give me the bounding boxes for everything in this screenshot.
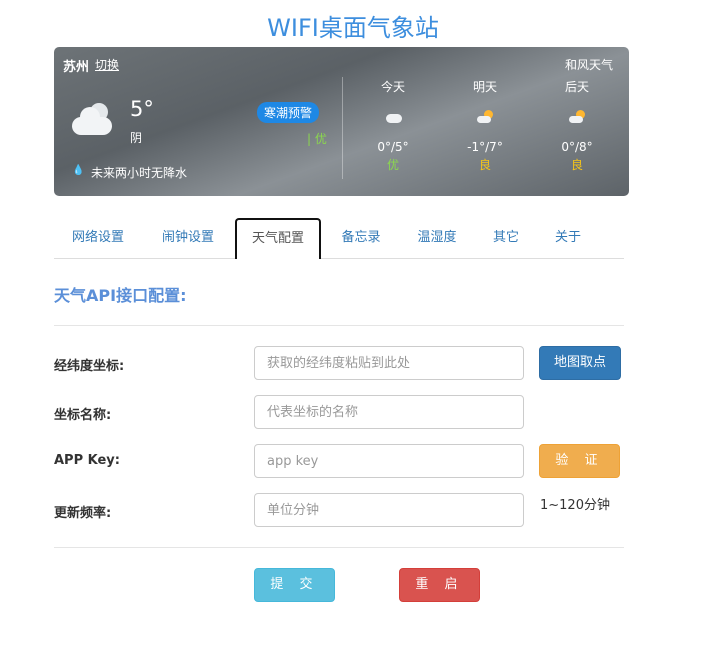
forecast-day-today: 今天 0°/5° 优 [363,78,423,173]
city-switch-link[interactable]: 切换 [95,56,119,73]
tab-alarm[interactable]: 闹钟设置 [148,218,228,258]
tab-about[interactable]: 关于 [542,218,594,258]
coords-input[interactable] [254,346,524,380]
weather-alert-badge[interactable]: 寒潮预警 [257,102,320,123]
settings-tabs: 网络设置 闹钟设置 天气配置 备忘录 温湿度 其它 关于 [54,218,624,259]
tab-weather[interactable]: 天气配置 [235,218,321,259]
city-name: 苏州 [63,60,90,75]
forecast-air-quality: 良 [570,158,583,172]
update-frequency-label: 更新频率: [54,506,112,521]
forecast-temp-range: 0°/8° [561,140,593,154]
tab-memo[interactable]: 备忘录 [329,218,393,258]
frequency-hint: 1~120分钟 [540,498,610,513]
verify-button[interactable]: 验 证 [539,444,620,478]
restart-button[interactable]: 重 启 [399,568,480,602]
current-condition: 阴 [130,131,143,145]
section-title: 天气API接口配置: [54,286,187,305]
current-temperature: 5° [130,97,154,121]
coords-label: 经纬度坐标: [54,359,125,374]
weather-provider-link[interactable]: 和风天气 [565,56,613,73]
location-name-input[interactable] [254,395,524,429]
forecast-temp-range: -1°/7° [467,140,503,154]
submit-button[interactable]: 提 交 [254,568,335,602]
forecast-day-tomorrow: 明天 -1°/7° 良 [455,78,515,173]
divider [54,547,624,548]
tab-temp-humidity[interactable]: 温湿度 [404,218,470,258]
forecast-day-label: 后天 [564,80,589,94]
weather-divider [342,77,343,179]
cloudy-icon [363,110,423,128]
forecast-temp-range: 0°/5° [377,140,409,154]
forecast-day-label: 今天 [380,80,405,94]
tab-other[interactable]: 其它 [480,218,532,258]
page-title: WIFI桌面气象站 [267,14,439,42]
forecast-day-after: 后天 0°/8° 良 [547,78,607,173]
raindrop-icon: 💧 [72,165,85,176]
divider [54,325,624,326]
app-key-input[interactable] [254,444,524,478]
air-quality: | 优 [307,132,327,146]
location-name-label: 坐标名称: [54,408,112,423]
map-pick-button[interactable]: 地图取点 [539,346,621,380]
app-key-label: APP Key: [54,453,120,468]
forecast-air-quality: 良 [478,158,491,172]
forecast-air-quality: 优 [386,158,399,172]
tab-network[interactable]: 网络设置 [58,218,138,258]
rain-forecast: 未来两小时无降水 [91,166,188,180]
cloudy-icon [72,103,112,135]
forecast-day-label: 明天 [472,80,497,94]
weather-widget: 苏州 切换 和风天气 5° 阴 寒潮预警 | 优 💧 未来两小时无降水 今天 0… [54,47,629,196]
sun-cloud-icon [547,110,607,128]
sun-cloud-icon [455,110,515,128]
update-frequency-input[interactable] [254,493,524,527]
